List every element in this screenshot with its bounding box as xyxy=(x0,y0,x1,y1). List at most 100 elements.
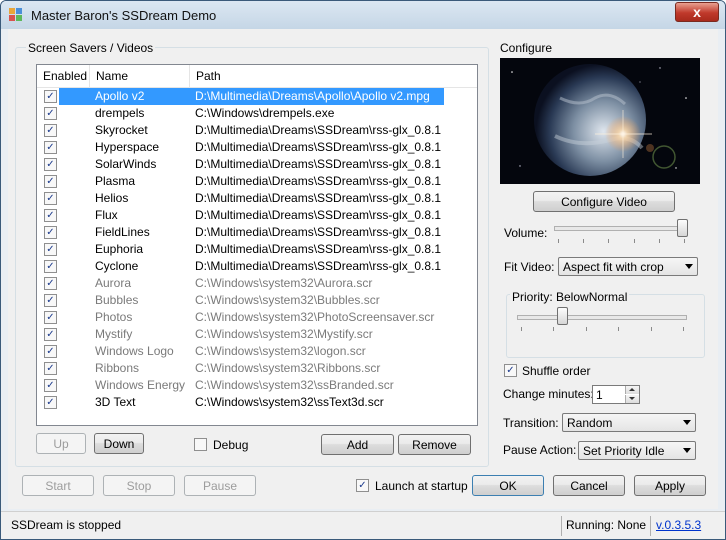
tick-mark xyxy=(553,327,554,331)
close-button[interactable]: x xyxy=(675,2,719,22)
cancel-button[interactable]: Cancel xyxy=(553,475,625,496)
up-button[interactable]: Up xyxy=(36,433,86,454)
pause-button[interactable]: Pause xyxy=(184,475,256,496)
change-minutes-stepper[interactable]: 1 xyxy=(592,385,640,404)
list-item[interactable]: ✓ Ribbons C:\Windows\system32\Ribbons.scr xyxy=(37,360,477,377)
screensaver-name: Skyrocket xyxy=(95,123,148,137)
status-text: SSDream is stopped xyxy=(11,518,122,532)
debug-checkbox[interactable] xyxy=(194,438,207,451)
chevron-down-icon xyxy=(683,448,691,453)
title-bar[interactable]: Master Baron's SSDream Demo x xyxy=(1,1,725,29)
pause-action-value: Set Priority Idle xyxy=(583,444,665,458)
enabled-checkbox[interactable]: ✓ xyxy=(44,328,57,341)
priority-slider-thumb[interactable] xyxy=(556,307,568,325)
priority-slider-track[interactable] xyxy=(517,315,687,320)
list-item[interactable]: ✓ drempels C:\Windows\drempels.exe xyxy=(37,105,477,122)
enabled-checkbox[interactable]: ✓ xyxy=(44,209,57,222)
status-separator xyxy=(561,516,562,536)
list-item[interactable]: ✓ 3D Text C:\Windows\system32\ssText3d.scr xyxy=(37,394,477,411)
list-item[interactable]: ✓ Apollo v2 D:\Multimedia\Dreams\Apollo\Ap… xyxy=(37,88,477,105)
add-button[interactable]: Add xyxy=(321,434,394,455)
enabled-checkbox[interactable]: ✓ xyxy=(44,226,57,239)
configure-video-button[interactable]: Configure Video xyxy=(533,191,675,212)
screensaver-name: Ribbons xyxy=(95,361,140,375)
check-icon: ✓ xyxy=(46,193,55,204)
down-button[interactable]: Down xyxy=(94,433,144,454)
change-minutes-label: Change minutes: xyxy=(503,387,594,401)
screensaver-path: D:\Multimedia\Dreams\SSDream\rss-glx_0.8… xyxy=(195,191,441,205)
list-item[interactable]: ✓ FieldLines D:\Multimedia\Dreams\SSDream\… xyxy=(37,224,477,241)
enabled-checkbox[interactable]: ✓ xyxy=(44,362,57,375)
screensaver-path: C:\Windows\system32\ssBranded.scr xyxy=(195,378,394,392)
enabled-checkbox[interactable]: ✓ xyxy=(44,107,57,120)
screensaver-name: Windows Energy xyxy=(95,378,186,392)
version-link[interactable]: v.0.3.5.3 xyxy=(656,518,701,532)
list-item[interactable]: ✓ Windows Energy C:\Windows\system32\ssBra… xyxy=(37,377,477,394)
screensaver-path: D:\Multimedia\Dreams\SSDream\rss-glx_0.8… xyxy=(195,174,441,188)
transition-select[interactable]: Random xyxy=(562,413,696,432)
enabled-checkbox[interactable]: ✓ xyxy=(44,294,57,307)
list-item[interactable]: ✓ Helios D:\Multimedia\Dreams\SSDream\rss-… xyxy=(37,190,477,207)
enabled-checkbox[interactable]: ✓ xyxy=(44,345,57,358)
enabled-checkbox[interactable]: ✓ xyxy=(44,277,57,290)
list-item[interactable]: ✓ Cyclone D:\Multimedia\Dreams\SSDream\rss… xyxy=(37,258,477,275)
launch-at-startup-checkbox[interactable]: ✓ xyxy=(356,479,369,492)
list-item[interactable]: ✓ Plasma D:\Multimedia\Dreams\SSDream\rss-… xyxy=(37,173,477,190)
fit-video-select[interactable]: Aspect fit with crop xyxy=(558,257,698,276)
list-item[interactable]: ✓ Mystify C:\Windows\system32\Mystify.scr xyxy=(37,326,477,343)
enabled-checkbox[interactable]: ✓ xyxy=(44,158,57,171)
list-item[interactable]: ✓ Windows Logo C:\Windows\system32\logon.s… xyxy=(37,343,477,360)
spin-down-icon[interactable] xyxy=(625,395,639,403)
enabled-checkbox[interactable]: ✓ xyxy=(44,175,57,188)
enabled-checkbox[interactable]: ✓ xyxy=(44,396,57,409)
down-button-label: Down xyxy=(103,437,135,451)
list-item[interactable]: ✓ Flux D:\Multimedia\Dreams\SSDream\rss-gl… xyxy=(37,207,477,224)
enabled-checkbox[interactable]: ✓ xyxy=(44,124,57,137)
screensaver-list[interactable]: Enabled Name Path ✓ Apollo v2 D:\Multimedi… xyxy=(36,64,478,426)
list-item[interactable]: ✓ Hyperspace D:\Multimedia\Dreams\SSDream\… xyxy=(37,139,477,156)
list-item[interactable]: ✓ Photos C:\Windows\system32\PhotoScreensa… xyxy=(37,309,477,326)
column-name-label: Name xyxy=(96,69,129,83)
screensaver-path: D:\Multimedia\Dreams\SSDream\rss-glx_0.8… xyxy=(195,225,441,239)
enabled-checkbox[interactable]: ✓ xyxy=(44,260,57,273)
check-icon: ✓ xyxy=(46,397,55,408)
list-item[interactable]: ✓ Bubbles C:\Windows\system32\Bubbles.scr xyxy=(37,292,477,309)
enabled-checkbox[interactable]: ✓ xyxy=(44,90,57,103)
column-enabled[interactable]: Enabled xyxy=(37,65,90,87)
shuffle-checkbox[interactable]: ✓ xyxy=(504,364,517,377)
enabled-checkbox[interactable]: ✓ xyxy=(44,311,57,324)
pause-action-select[interactable]: Set Priority Idle xyxy=(578,441,696,460)
volume-slider-thumb[interactable] xyxy=(677,219,688,237)
list-item[interactable]: ✓ Skyrocket D:\Multimedia\Dreams\SSDream\r… xyxy=(37,122,477,139)
enabled-checkbox[interactable]: ✓ xyxy=(44,141,57,154)
screensaver-path: C:\Windows\system32\Mystify.scr xyxy=(195,327,373,341)
list-item[interactable]: ✓ Aurora C:\Windows\system32\Aurora.scr xyxy=(37,275,477,292)
column-name[interactable]: Name xyxy=(90,65,190,87)
column-path[interactable]: Path xyxy=(190,65,477,87)
screensaver-path: C:\Windows\system32\Aurora.scr xyxy=(195,276,373,290)
ok-button[interactable]: OK xyxy=(472,475,544,496)
check-icon: ✓ xyxy=(46,278,55,289)
tick-mark xyxy=(558,239,559,243)
window-title: Master Baron's SSDream Demo xyxy=(31,8,217,23)
check-icon: ✓ xyxy=(358,480,367,491)
remove-button[interactable]: Remove xyxy=(398,434,471,455)
enabled-checkbox[interactable]: ✓ xyxy=(44,379,57,392)
apply-button[interactable]: Apply xyxy=(634,475,706,496)
screensaver-name: Photos xyxy=(95,310,133,324)
close-icon: x xyxy=(693,4,701,20)
check-icon: ✓ xyxy=(46,363,55,374)
list-item[interactable]: ✓ Euphoria D:\Multimedia\Dreams\SSDream\rs… xyxy=(37,241,477,258)
start-button[interactable]: Start xyxy=(22,475,94,496)
screensaver-path: D:\Multimedia\Dreams\SSDream\rss-glx_0.8… xyxy=(195,259,441,273)
screensaver-path: C:\Windows\drempels.exe xyxy=(195,106,335,120)
stop-button[interactable]: Stop xyxy=(103,475,175,496)
status-bar: SSDream is stopped Running: None v.0.3.5… xyxy=(1,511,725,539)
enabled-checkbox[interactable]: ✓ xyxy=(44,192,57,205)
volume-slider-track[interactable] xyxy=(554,226,688,231)
list-item[interactable]: ✓ SolarWinds D:\Multimedia\Dreams\SSDream\… xyxy=(37,156,477,173)
column-enabled-label: Enabled xyxy=(43,69,88,83)
spin-up-icon[interactable] xyxy=(625,386,639,394)
screensaver-path: D:\Multimedia\Dreams\SSDream\rss-glx_0.8… xyxy=(195,140,441,154)
enabled-checkbox[interactable]: ✓ xyxy=(44,243,57,256)
